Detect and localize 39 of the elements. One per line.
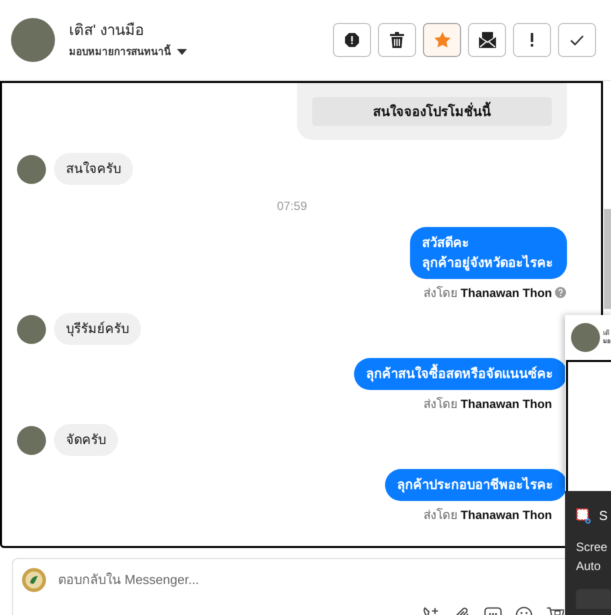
message-bubble: ลุกค้าสนใจซื้อสดหรือจัดแนนซ์คะ <box>354 358 567 390</box>
spam-button[interactable] <box>333 23 371 57</box>
timestamp: 07:59 <box>276 198 308 214</box>
avatar <box>17 314 46 344</box>
avatar <box>17 154 46 184</box>
avatar <box>17 426 46 454</box>
delete-button[interactable] <box>378 23 416 57</box>
scrollbar-thumb[interactable] <box>604 209 611 309</box>
message-bubble: จัดครับ <box>54 424 118 456</box>
avatar <box>571 323 600 352</box>
sender-name: Thanawan Thon <box>460 286 552 300</box>
snipping-icon <box>576 508 592 524</box>
notification-text: Scree <box>576 539 608 556</box>
star-button[interactable] <box>423 23 461 57</box>
message-bubble: ลุกค้าประกอบอาชีพอะไรคะ <box>385 469 567 501</box>
sender-name: Thanawan Thon <box>460 508 552 522</box>
sent-by-label: ส่งโดย <box>424 286 458 300</box>
promo-button[interactable]: สนใจจองโปรโมชั่นนี้ <box>312 97 552 126</box>
avatar <box>11 18 55 62</box>
logo-icon <box>22 568 46 592</box>
sent-by-label: ส่งโดย <box>424 508 458 522</box>
check-icon <box>570 34 584 46</box>
star-icon <box>434 32 450 48</box>
exclamation-icon <box>530 33 534 47</box>
sender-name: Thanawan Thon <box>460 397 552 411</box>
help-icon[interactable] <box>555 287 566 298</box>
octagon-alert-icon <box>344 32 360 48</box>
sent-by-label: ส่งโดย <box>424 397 458 411</box>
assign-dropdown[interactable]: มอบหมายการสนทนานี้ <box>69 44 187 60</box>
contact-name: เติส' งานมือ <box>69 20 146 40</box>
message-bubble: สนใจครับ <box>54 153 133 185</box>
unread-button[interactable] <box>468 23 506 57</box>
app-name: S <box>599 508 608 524</box>
done-button[interactable] <box>558 23 596 57</box>
message-bubble: บุรีรัมย์ครับ <box>54 313 141 345</box>
envelope-icon <box>478 32 496 48</box>
message-bubble: สวัสดีคะ ลุกค้าอยู่จังหวัดอะไรคะ <box>410 227 567 279</box>
caret-icon <box>177 49 187 55</box>
trash-icon <box>390 32 404 48</box>
